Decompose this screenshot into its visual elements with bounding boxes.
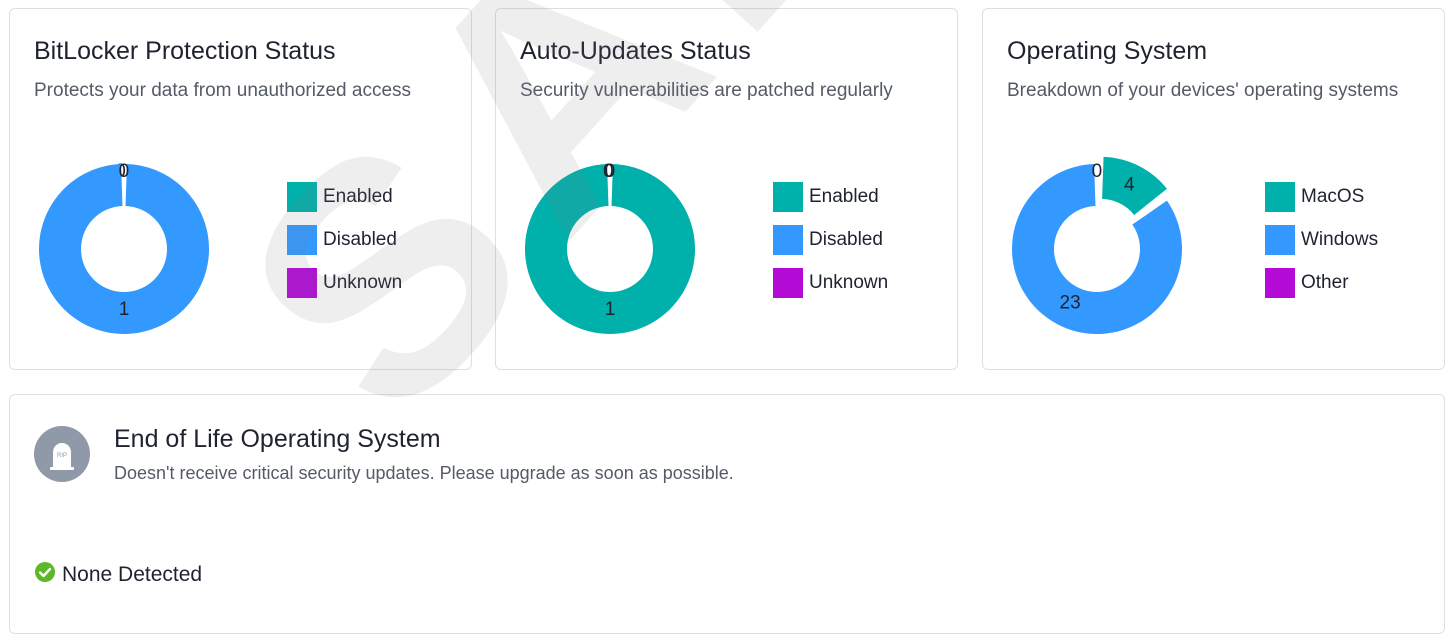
legend-label: Unknown — [323, 272, 403, 293]
donut-label-unknown: 0 — [119, 161, 130, 182]
legend-label: Enabled — [323, 186, 393, 207]
end-of-life-os-card: RIP End of Life Operating System Doesn't… — [9, 394, 1445, 634]
legend-swatch — [1265, 268, 1295, 298]
check-circle-icon — [34, 561, 56, 588]
legend-item-enabled[interactable]: Enabled — [773, 182, 888, 212]
legend-item-disabled[interactable]: Disabled — [287, 225, 402, 255]
donut-label-macos: 4 — [1124, 175, 1135, 196]
legend-swatch — [773, 225, 803, 255]
legend-swatch — [287, 225, 317, 255]
card-title: BitLocker Protection Status — [34, 37, 336, 65]
status-text: None Detected — [62, 562, 203, 586]
legend-item-enabled[interactable]: Enabled — [287, 182, 402, 212]
legend-item-windows[interactable]: Windows — [1265, 225, 1378, 255]
legend-swatch — [1265, 225, 1295, 255]
legend-item-other[interactable]: Other — [1265, 268, 1378, 298]
bitlocker-donut-chart[interactable]: 010 — [34, 159, 214, 339]
donut-label-windows: 23 — [1060, 293, 1081, 314]
legend-swatch — [287, 268, 317, 298]
donut-label-unknown: 0 — [605, 161, 616, 182]
auto-updates-donut-chart[interactable]: 100 — [520, 159, 700, 339]
legend-label: MacOS — [1301, 186, 1365, 207]
legend-swatch — [1265, 182, 1295, 212]
card-title: Operating System — [1007, 37, 1208, 65]
legend-label: Unknown — [809, 272, 889, 293]
operating-system-card: Operating System Breakdown of your devic… — [982, 8, 1445, 370]
card-description: Breakdown of your devices' operating sys… — [1007, 80, 1399, 101]
legend-label: Disabled — [323, 229, 397, 250]
donut-label-enabled: 1 — [605, 299, 616, 320]
tombstone-text: RIP — [57, 453, 67, 459]
legend-label: Other — [1301, 272, 1349, 293]
donut-label-other: 0 — [1092, 161, 1103, 182]
legend-label: Enabled — [809, 186, 879, 207]
auto-updates-legend: Enabled Disabled Unknown — [773, 182, 888, 311]
card-title: Auto-Updates Status — [520, 37, 751, 65]
legend-label: Windows — [1301, 229, 1379, 250]
section-title: End of Life Operating System — [114, 425, 441, 453]
legend-swatch — [773, 182, 803, 212]
legend-item-unknown[interactable]: Unknown — [287, 268, 402, 298]
legend-item-unknown[interactable]: Unknown — [773, 268, 888, 298]
legend-swatch — [773, 268, 803, 298]
donut-label-disabled: 1 — [119, 299, 130, 320]
card-description: Security vulnerabilities are patched reg… — [520, 80, 893, 101]
card-description: Protects your data from unauthorized acc… — [34, 80, 412, 101]
bitlocker-card: BitLocker Protection Status Protects you… — [9, 8, 472, 370]
section-description: Doesn't receive critical security update… — [114, 463, 734, 483]
legend-label: Disabled — [809, 229, 883, 250]
status-none-detected: None Detected — [34, 561, 202, 588]
legend-swatch — [287, 182, 317, 212]
legend-item-macos[interactable]: MacOS — [1265, 182, 1378, 212]
operating-system-legend: MacOS Windows Other — [1265, 182, 1378, 311]
auto-updates-card: Auto-Updates Status Security vulnerabili… — [495, 8, 958, 370]
legend-item-disabled[interactable]: Disabled — [773, 225, 888, 255]
operating-system-donut-chart[interactable]: 4 23 0 — [1007, 156, 1187, 339]
tombstone-icon: RIP — [34, 426, 90, 482]
bitlocker-legend: Enabled Disabled Unknown — [287, 182, 402, 311]
